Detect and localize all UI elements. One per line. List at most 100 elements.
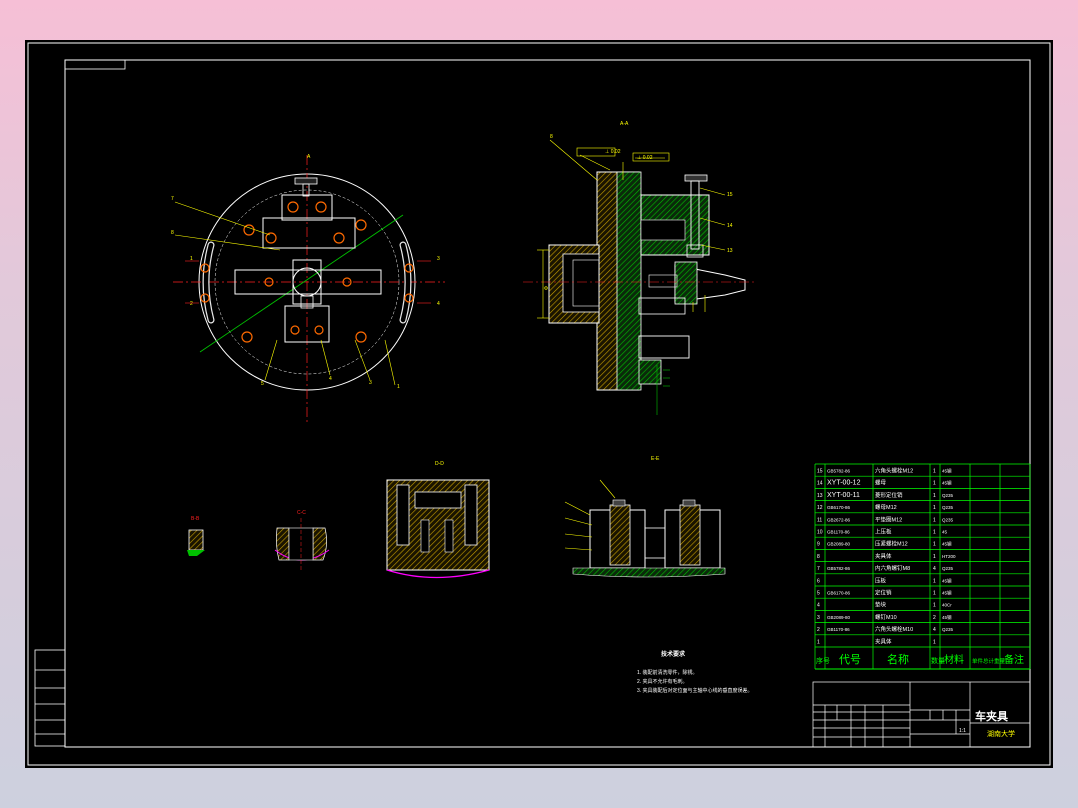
bom-cell-code: GB5782-86 <box>827 469 851 474</box>
bom-cell-no: 15 <box>817 469 823 475</box>
bom-header-material: 材料 <box>944 653 964 666</box>
drawing-title: 车夹具 <box>975 711 1008 723</box>
bom-cell-material: 45钢 <box>942 541 952 548</box>
bom-cell-name: 菱形定位销 <box>875 491 903 499</box>
svg-text:E-E: E-E <box>651 456 660 462</box>
svg-text:A: A <box>307 154 311 160</box>
bom-cell-qty: 1 <box>933 517 936 523</box>
drawing-svg: A 78 54 31 12 34 A-A 8⊥ 0.02 ⊥ 0.02 1514… <box>27 42 1051 766</box>
svg-text:⊥ 0.02: ⊥ 0.02 <box>637 155 653 161</box>
bom-cell-no: 14 <box>817 481 823 487</box>
bom-header-remark: 备注 <box>1004 653 1024 666</box>
bom-cell-material: 45 <box>942 530 948 535</box>
bom-cell-name: 六角头螺栓M12 <box>875 467 913 475</box>
bom-cell-material: 45钢 <box>942 468 952 475</box>
side-section-view: A-A 8 ⊥ 0.02 ⊥ 0.02 15 14 13 Φ <box>523 121 755 415</box>
svg-text:4: 4 <box>437 301 440 307</box>
bom-cell-material: Q235 <box>942 493 954 498</box>
bom-cell-code: GB6170-86 <box>827 591 851 596</box>
svg-text:D-D: D-D <box>435 461 444 467</box>
bom-cell-name: 螺母M12 <box>875 503 897 511</box>
bom-cell-name: 定位销 <box>875 589 892 597</box>
tech-notes-title: 技术要求 <box>661 652 686 658</box>
bom-header-code: 代号 <box>839 653 861 666</box>
svg-text:3: 3 <box>437 256 440 262</box>
bom-cell-material: Q235 <box>942 517 954 522</box>
svg-text:Φ: Φ <box>544 286 548 292</box>
bill-of-materials: 15 GB5782-86 六角头螺栓M12 1 45钢14 XYT-00-12 螺母 1 45钢… <box>814 463 1031 670</box>
bom-cell-code: GB1170-86 <box>827 530 850 535</box>
bom-cell-material: 45钢 <box>942 577 952 584</box>
detail-views: B-B C-C D-D E-E <box>187 456 726 579</box>
bom-cell-name: 平垫圈M12 <box>875 515 902 523</box>
bom-cell-qty: 1 <box>933 530 936 536</box>
bom-cell-no: 5 <box>817 591 820 597</box>
bom-cell-code: XYT-00-12 <box>827 480 861 487</box>
svg-text:5: 5 <box>261 381 264 387</box>
svg-text:1: 1 <box>397 384 400 390</box>
bom-cell-material: Q235 <box>942 566 954 571</box>
bom-cell-material: HT200 <box>942 554 956 559</box>
bom-cell-qty: 2 <box>933 615 936 621</box>
bom-cell-name: 夹具体 <box>875 637 892 645</box>
corner-box <box>64 59 126 70</box>
bom-cell-qty: 4 <box>933 627 936 633</box>
bom-cell-name: 压板 <box>875 576 887 584</box>
bom-cell-name: 压紧螺栓M12 <box>875 540 908 548</box>
bom-cell-qty: 4 <box>933 566 936 572</box>
bom-cell-name: 内六角螺钉M8 <box>875 564 910 572</box>
bom-header-no: 序号 <box>816 656 830 665</box>
svg-text:⊥ 0.02: ⊥ 0.02 <box>605 149 621 155</box>
bom-cell-no: 6 <box>817 578 820 584</box>
bom-cell-code: GB2672-86 <box>827 517 851 522</box>
main-plan-view: A 78 54 31 12 34 <box>171 154 445 425</box>
bom-cell-material: 45钢 <box>942 590 952 597</box>
left-strip-table <box>34 649 66 747</box>
bom-cell-name: 螺钉M10 <box>875 613 897 621</box>
bom-cell-name: 夹具体 <box>875 552 892 560</box>
bom-header-weight: 单件总计重量 <box>972 657 1006 665</box>
tech-note-2: 2. 夹具不允许有毛刺。 <box>637 679 688 685</box>
svg-text:3: 3 <box>369 380 372 386</box>
svg-text:C-C: C-C <box>297 510 306 516</box>
bom-cell-code: GB1170-86 <box>827 627 850 632</box>
bom-header-qty: 数量 <box>931 656 945 665</box>
bom-cell-code: GB6170-86 <box>827 505 851 510</box>
svg-text:2: 2 <box>190 301 193 307</box>
bom-cell-no: 4 <box>817 603 820 609</box>
bom-cell-material: 45钢 <box>942 480 952 487</box>
bom-header-name: 名称 <box>887 652 909 666</box>
bom-cell-qty: 1 <box>933 469 936 475</box>
school-name: 湖南大学 <box>987 731 1015 738</box>
svg-text:7: 7 <box>171 196 174 202</box>
bom-cell-material: Q235 <box>942 627 954 632</box>
svg-text:B-B: B-B <box>191 516 200 522</box>
bom-cell-material: 40Cr <box>942 603 952 608</box>
bom-cell-material: Q235 <box>942 505 954 510</box>
svg-text:14: 14 <box>727 223 733 229</box>
bom-cell-qty: 1 <box>933 505 936 511</box>
bom-cell-no: 10 <box>817 530 823 536</box>
bom-cell-no: 2 <box>817 627 820 633</box>
bom-cell-no: 1 <box>817 639 820 645</box>
bom-cell-no: 8 <box>817 554 820 560</box>
bom-cell-qty: 1 <box>933 554 936 560</box>
bom-cell-no: 11 <box>817 517 822 523</box>
bom-cell-name: 螺母 <box>875 479 887 487</box>
bom-cell-name: 上压板 <box>875 528 892 536</box>
bom-cell-code: GB5782-86 <box>827 566 851 571</box>
cad-drawing-canvas[interactable]: A 78 54 31 12 34 A-A 8 ⊥ 0.02 ⊥ 0.02 15 … <box>25 40 1053 768</box>
bom-cell-no: 13 <box>817 493 823 499</box>
bom-cell-code: XYT-00-11 <box>827 492 860 499</box>
bom-cell-qty: 1 <box>933 542 936 548</box>
bom-cell-qty: 1 <box>933 639 936 645</box>
tech-note-3: 3. 夹具装配后对定位面与主轴中心线的垂直度误差。 <box>637 688 753 694</box>
svg-text:15: 15 <box>727 192 733 198</box>
bom-cell-material: 45钢 <box>942 614 952 621</box>
bom-cell-qty: 1 <box>933 493 936 499</box>
bom-cell-no: 12 <box>817 505 823 511</box>
tech-note-1: 1. 装配前清洗零件，除锈。 <box>637 670 698 676</box>
svg-text:4: 4 <box>329 376 332 382</box>
scale-value: 1:1 <box>959 728 966 734</box>
bom-cell-code: GB2089-80 <box>827 615 851 620</box>
